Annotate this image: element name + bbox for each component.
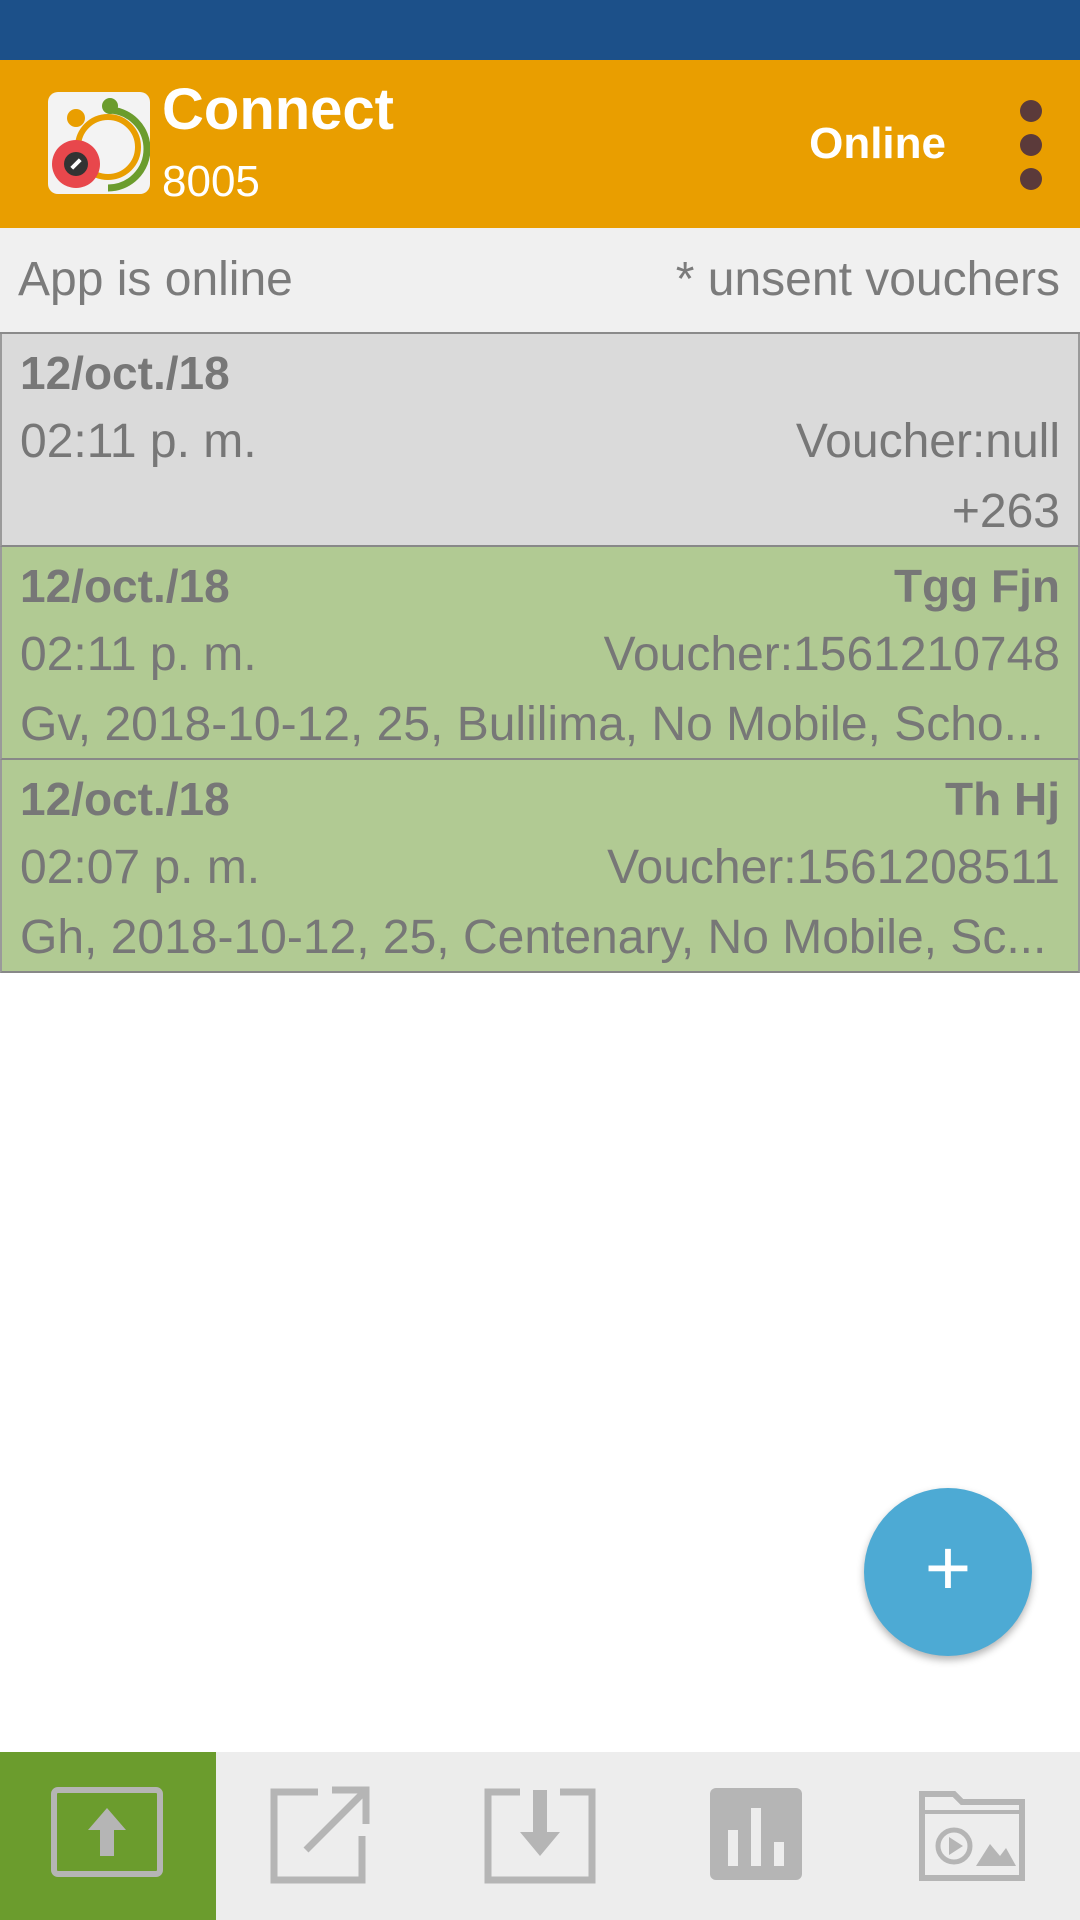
nav-upload[interactable] (0, 1752, 216, 1920)
voucher-number: Voucher:1561210748 (603, 628, 1060, 681)
nav-download[interactable] (432, 1752, 648, 1920)
voucher-number: Voucher:1561208511 (607, 841, 1060, 894)
voucher-time: 02:11 p. m. (20, 415, 257, 468)
connection-status: Online (809, 119, 946, 168)
add-icon: + (924, 1523, 972, 1612)
bottom-nav (0, 1752, 1080, 1920)
bar-chart-icon (710, 1788, 802, 1880)
open-external-icon (270, 1786, 370, 1884)
voucher-date: 12/oct./18 (20, 560, 230, 612)
voucher-row[interactable]: 12/oct./18 Tgg Fjn 02:11 p. m. Voucher:1… (0, 547, 1080, 760)
voucher-name: Tgg Fjn (893, 560, 1060, 612)
add-voucher-button[interactable]: + (864, 1488, 1032, 1656)
menu-dot (1020, 168, 1042, 190)
voucher-list: 12/oct./18 02:11 p. m. Voucher:null +263… (0, 334, 1080, 973)
voucher-date: 12/oct./18 (20, 347, 230, 399)
voucher-time: 02:07 p. m. (20, 841, 261, 894)
app-logo-icon (48, 92, 150, 194)
info-bar: App is online * unsent vouchers (0, 228, 1080, 334)
overflow-menu-icon[interactable] (1012, 96, 1050, 196)
menu-dot (1020, 134, 1042, 156)
voucher-details: Gv, 2018-10-12, 25, Bulilima, No Mobile,… (20, 698, 1044, 751)
nav-statistics[interactable] (648, 1752, 864, 1920)
unsent-legend-text: * unsent vouchers (675, 253, 1060, 306)
app-title: Connect (162, 77, 394, 142)
app-subtitle: 8005 (162, 157, 260, 206)
voucher-row[interactable]: 12/oct./18 02:11 p. m. Voucher:null +263 (0, 334, 1080, 547)
voucher-time: 02:11 p. m. (20, 628, 257, 681)
system-status-bar (0, 0, 1080, 60)
download-icon (484, 1788, 596, 1884)
voucher-row[interactable]: 12/oct./18 Th Hj 02:07 p. m. Voucher:156… (0, 760, 1080, 973)
app-bar: Connect 8005 Online (0, 60, 1080, 228)
voucher-details: +263 (951, 485, 1060, 538)
nav-open-external[interactable] (216, 1752, 432, 1920)
voucher-number: Voucher:null (795, 415, 1060, 468)
media-folder-icon (919, 1791, 1025, 1881)
online-status-text: App is online (18, 253, 293, 306)
voucher-name: Th Hj (945, 773, 1060, 825)
voucher-details: Gh, 2018-10-12, 25, Centenary, No Mobile… (20, 911, 1047, 964)
nav-media[interactable] (864, 1752, 1080, 1920)
menu-dot (1020, 100, 1042, 122)
voucher-date: 12/oct./18 (20, 773, 230, 825)
upload-icon (51, 1787, 163, 1877)
